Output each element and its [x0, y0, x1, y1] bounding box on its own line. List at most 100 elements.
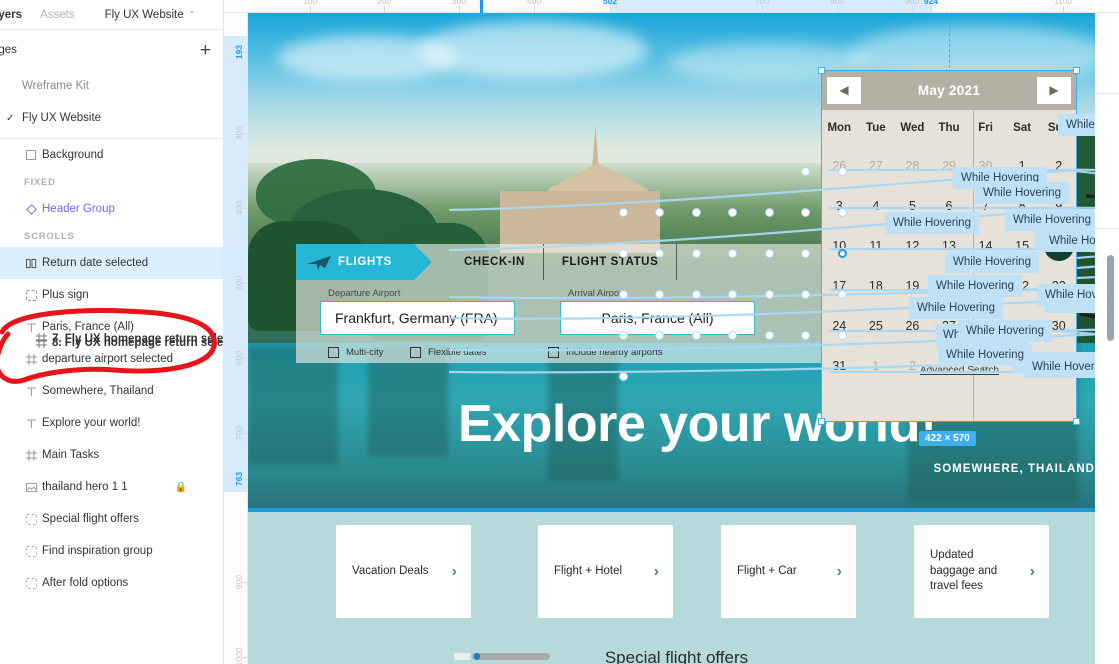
- offer-card-flight-car[interactable]: Flight + Car ›: [721, 525, 856, 618]
- checkbox-include-nearby[interactable]: Include nearby airports: [548, 347, 663, 358]
- layer-row-special-flight-offers[interactable]: Special flight offers: [0, 503, 223, 535]
- prototype-dot[interactable]: [765, 290, 774, 299]
- prototype-dot[interactable]: [801, 331, 810, 340]
- prototype-dot[interactable]: [655, 331, 664, 340]
- ruler-tick: [242, 479, 248, 480]
- text-icon: [20, 322, 42, 333]
- ruler-tick: [610, 6, 611, 12]
- tab-flights[interactable]: FLIGHTS: [296, 244, 432, 280]
- prototype-dot[interactable]: [801, 208, 810, 217]
- prototype-dot[interactable]: [838, 167, 847, 176]
- checkbox-label: Flexible dates: [428, 347, 487, 358]
- arrival-airport-input[interactable]: Paris, France (All): [560, 301, 755, 335]
- calendar-day[interactable]: 28: [894, 146, 931, 186]
- prototype-dot[interactable]: [655, 290, 664, 299]
- prototype-dot[interactable]: [619, 331, 628, 340]
- prototype-dot[interactable]: [692, 249, 701, 258]
- layers-panel: ayers Assets Fly UX Website ⌃ ages + ✓ W…: [0, 0, 224, 664]
- prototype-dot[interactable]: [692, 331, 701, 340]
- prototype-dot[interactable]: [838, 208, 847, 217]
- day-header: Thu: [938, 122, 960, 134]
- offer-card-label: Flight + Hotel: [554, 564, 623, 577]
- layer-row-somewhere-thailand[interactable]: Somewhere, Thailand: [0, 375, 223, 407]
- calendar-day-number: 2: [1055, 159, 1063, 173]
- calendar-prev-button[interactable]: ◀: [827, 76, 861, 104]
- layer-row-header-group[interactable]: Header Group: [0, 193, 223, 225]
- prototype-dot[interactable]: [692, 208, 701, 217]
- checkbox-icon[interactable]: [548, 347, 559, 358]
- horizontal-scrollbar-track[interactable]: [454, 653, 470, 660]
- prototype-dot[interactable]: [728, 331, 737, 340]
- prototype-dot[interactable]: [692, 290, 701, 299]
- checkbox-icon[interactable]: [410, 347, 421, 358]
- hover-interaction-label: While Hovering: [938, 344, 1032, 366]
- prototype-dot[interactable]: [655, 208, 664, 217]
- layer-row-after-fold-options[interactable]: After fold options: [0, 567, 223, 599]
- layer-row-departure-airport-selected[interactable]: departure airport selected: [0, 343, 223, 375]
- layer-row-main-tasks[interactable]: Main Tasks: [0, 439, 223, 471]
- ruler-left[interactable]: 19330040050060070076390010001100: [224, 0, 248, 664]
- calendar-day[interactable]: 1: [858, 346, 895, 386]
- layer-row-explore-your-world[interactable]: Explore your world!: [0, 407, 223, 439]
- offer-card-label: Flight + Car: [737, 564, 797, 577]
- ruler-selection-tick: [480, 0, 483, 13]
- calendar-day[interactable]: 26: [821, 146, 858, 186]
- layer-row-plus-sign[interactable]: Plus sign: [0, 279, 223, 311]
- prototype-dot[interactable]: [728, 290, 737, 299]
- prototype-dot-active[interactable]: [838, 249, 847, 258]
- frame-icon: [20, 353, 42, 365]
- design-canvas[interactable]: Explore your world! SOMEWHERE, THAILAND …: [224, 0, 1119, 664]
- offer-card-flight-hotel[interactable]: Flight + Hotel ›: [538, 525, 673, 618]
- tab-check-in[interactable]: CHECK-IN: [446, 244, 544, 280]
- checkbox-multi-city[interactable]: Multi-city: [328, 347, 383, 358]
- layer-row-find-inspiration-group[interactable]: Find inspiration group: [0, 535, 223, 567]
- flight-search-widget[interactable]: FLIGHTS CHECK-IN FLIGHT STATUS Departure…: [296, 244, 856, 363]
- calendar-day[interactable]: 18: [858, 266, 895, 306]
- calendar-day[interactable]: 3: [821, 186, 858, 226]
- prototype-dot[interactable]: [619, 249, 628, 258]
- offer-card-updated-baggage[interactable]: Updated baggage and travel fees ›: [914, 525, 1049, 618]
- horizontal-scrollbar[interactable]: [472, 653, 550, 660]
- layer-row-return-date-selected[interactable]: Return date selected: [0, 247, 223, 279]
- prototype-dot[interactable]: [765, 249, 774, 258]
- prototype-dot[interactable]: [801, 290, 810, 299]
- tab-layers[interactable]: ayers: [0, 9, 22, 21]
- prototype-dot[interactable]: [838, 331, 847, 340]
- prototype-dot[interactable]: [728, 249, 737, 258]
- calendar-day[interactable]: 25: [858, 306, 895, 346]
- ruler-top[interactable]: 100200300400502700800900924110012001300: [224, 0, 1119, 13]
- hover-interaction-label: While Hovering: [975, 182, 1069, 204]
- layer-row-thailand-hero[interactable]: thailand hero 1 1 🔒: [0, 471, 223, 503]
- prototype-dot[interactable]: [619, 208, 628, 217]
- calendar-day[interactable]: 31: [821, 346, 858, 386]
- ruler-tick: [1063, 6, 1064, 12]
- layer-label: Return date selected: [42, 257, 149, 269]
- prototype-dot[interactable]: [765, 331, 774, 340]
- prototype-dot[interactable]: [801, 249, 810, 258]
- departure-airport-input[interactable]: Frankfurt, Germany (FRA): [320, 301, 515, 335]
- prototype-dot[interactable]: [655, 249, 664, 258]
- inspector-divider: [1095, 228, 1119, 229]
- calendar-day[interactable]: 24: [821, 306, 858, 346]
- offer-card-vacation-deals[interactable]: Vacation Deals ›: [336, 525, 471, 618]
- calendar-next-button[interactable]: ▶: [1037, 76, 1071, 104]
- advanced-search-link[interactable]: Advanced Search: [920, 365, 999, 376]
- calendar-day[interactable]: 10: [821, 226, 858, 266]
- checkbox-icon[interactable]: [328, 347, 339, 358]
- lock-icon[interactable]: 🔒: [175, 482, 187, 493]
- prototype-dot[interactable]: [765, 208, 774, 217]
- prototype-dot[interactable]: [801, 167, 810, 176]
- calendar-day[interactable]: 17: [821, 266, 858, 306]
- checkbox-flexible-dates[interactable]: Flexible dates: [410, 347, 487, 358]
- inspector-divider: [1095, 93, 1119, 94]
- layer-row-paris-france[interactable]: Paris, France (All): [0, 311, 223, 343]
- calendar-day-number: 30: [1051, 319, 1066, 333]
- calendar-day-number: 28: [905, 159, 920, 173]
- ruler-tick: [242, 433, 248, 434]
- prototype-dot[interactable]: [619, 290, 628, 299]
- vertical-scrollbar[interactable]: [1107, 255, 1114, 341]
- calendar-day[interactable]: 27: [858, 146, 895, 186]
- prototype-dot[interactable]: [838, 290, 847, 299]
- prototype-dot[interactable]: [728, 208, 737, 217]
- prototype-dot[interactable]: [619, 372, 628, 381]
